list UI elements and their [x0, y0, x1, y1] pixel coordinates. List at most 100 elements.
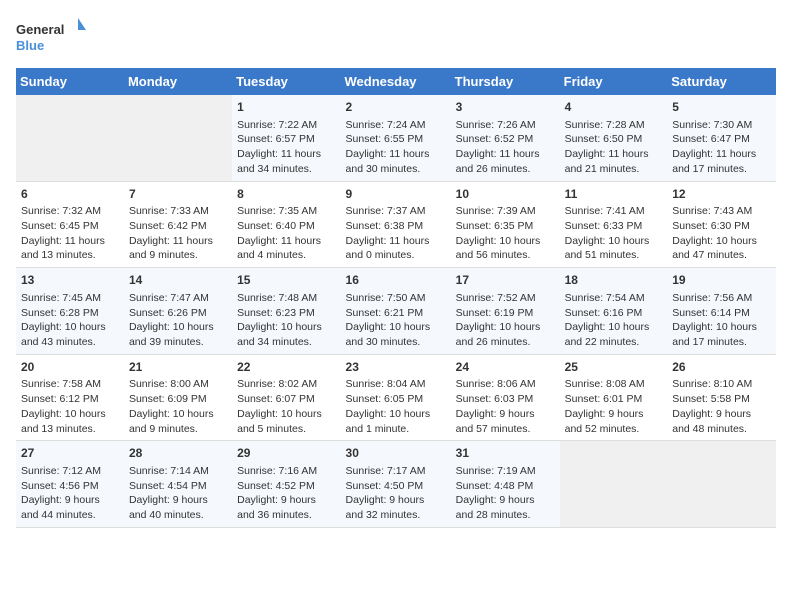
cell-info: Daylight: 9 hours [237, 493, 335, 508]
day-number: 11 [565, 186, 663, 203]
cell-info: Daylight: 11 hours [456, 147, 555, 162]
cell-info: and 34 minutes. [237, 162, 335, 177]
cell-info: Sunset: 6:33 PM [565, 219, 663, 234]
cell-info: Daylight: 10 hours [456, 320, 555, 335]
calendar-cell: 11Sunrise: 7:41 AMSunset: 6:33 PMDayligh… [560, 181, 668, 268]
cell-info: Sunset: 4:52 PM [237, 479, 335, 494]
cell-info: Sunrise: 8:08 AM [565, 377, 663, 392]
cell-info: Sunset: 5:58 PM [672, 392, 771, 407]
day-number: 18 [565, 272, 663, 289]
cell-info: Sunrise: 7:33 AM [129, 204, 227, 219]
cell-info: Sunset: 6:45 PM [21, 219, 119, 234]
cell-info: Sunset: 6:07 PM [237, 392, 335, 407]
calendar-cell: 24Sunrise: 8:06 AMSunset: 6:03 PMDayligh… [451, 354, 560, 441]
calendar-cell: 28Sunrise: 7:14 AMSunset: 4:54 PMDayligh… [124, 441, 232, 528]
cell-info: Sunset: 6:05 PM [346, 392, 446, 407]
logo: General Blue [16, 16, 86, 58]
cell-info: and 52 minutes. [565, 422, 663, 437]
cell-info: Sunrise: 8:00 AM [129, 377, 227, 392]
day-number: 14 [129, 272, 227, 289]
cell-info: and 28 minutes. [456, 508, 555, 523]
calendar-week-3: 13Sunrise: 7:45 AMSunset: 6:28 PMDayligh… [16, 268, 776, 355]
cell-info: Daylight: 11 hours [21, 234, 119, 249]
cell-info: and 36 minutes. [237, 508, 335, 523]
calendar-cell: 18Sunrise: 7:54 AMSunset: 6:16 PMDayligh… [560, 268, 668, 355]
calendar-cell: 13Sunrise: 7:45 AMSunset: 6:28 PMDayligh… [16, 268, 124, 355]
cell-info: Sunset: 6:21 PM [346, 306, 446, 321]
cell-info: and 17 minutes. [672, 335, 771, 350]
calendar-week-2: 6Sunrise: 7:32 AMSunset: 6:45 PMDaylight… [16, 181, 776, 268]
day-number: 22 [237, 359, 335, 376]
cell-info: Daylight: 9 hours [456, 407, 555, 422]
cell-info: Daylight: 9 hours [456, 493, 555, 508]
cell-info: and 13 minutes. [21, 248, 119, 263]
calendar-cell [560, 441, 668, 528]
calendar-cell: 30Sunrise: 7:17 AMSunset: 4:50 PMDayligh… [341, 441, 451, 528]
calendar-cell: 10Sunrise: 7:39 AMSunset: 6:35 PMDayligh… [451, 181, 560, 268]
cell-info: and 0 minutes. [346, 248, 446, 263]
cell-info: and 30 minutes. [346, 162, 446, 177]
calendar-cell: 27Sunrise: 7:12 AMSunset: 4:56 PMDayligh… [16, 441, 124, 528]
day-number: 8 [237, 186, 335, 203]
cell-info: Sunset: 6:35 PM [456, 219, 555, 234]
day-header-wednesday: Wednesday [341, 68, 451, 95]
calendar-cell: 3Sunrise: 7:26 AMSunset: 6:52 PMDaylight… [451, 95, 560, 181]
day-header-tuesday: Tuesday [232, 68, 340, 95]
day-number: 31 [456, 445, 555, 462]
cell-info: and 48 minutes. [672, 422, 771, 437]
cell-info: Daylight: 10 hours [237, 407, 335, 422]
calendar-cell: 14Sunrise: 7:47 AMSunset: 6:26 PMDayligh… [124, 268, 232, 355]
cell-info: Sunrise: 8:04 AM [346, 377, 446, 392]
cell-info: and 9 minutes. [129, 248, 227, 263]
cell-info: Daylight: 10 hours [237, 320, 335, 335]
day-number: 7 [129, 186, 227, 203]
day-number: 3 [456, 99, 555, 116]
cell-info: Sunrise: 7:28 AM [565, 118, 663, 133]
cell-info: Daylight: 10 hours [565, 234, 663, 249]
calendar-week-5: 27Sunrise: 7:12 AMSunset: 4:56 PMDayligh… [16, 441, 776, 528]
cell-info: and 57 minutes. [456, 422, 555, 437]
cell-info: Daylight: 11 hours [346, 234, 446, 249]
calendar-cell [667, 441, 776, 528]
day-number: 21 [129, 359, 227, 376]
cell-info: Sunset: 6:57 PM [237, 132, 335, 147]
cell-info: Sunrise: 7:43 AM [672, 204, 771, 219]
cell-info: and 47 minutes. [672, 248, 771, 263]
cell-info: Sunset: 6:03 PM [456, 392, 555, 407]
day-number: 9 [346, 186, 446, 203]
cell-info: Sunset: 6:38 PM [346, 219, 446, 234]
calendar-table: SundayMondayTuesdayWednesdayThursdayFrid… [16, 68, 776, 528]
cell-info: Sunrise: 7:12 AM [21, 464, 119, 479]
day-number: 24 [456, 359, 555, 376]
cell-info: Daylight: 9 hours [129, 493, 227, 508]
cell-info: Sunrise: 7:26 AM [456, 118, 555, 133]
cell-info: Sunrise: 7:19 AM [456, 464, 555, 479]
cell-info: Daylight: 10 hours [346, 320, 446, 335]
cell-info: Daylight: 9 hours [672, 407, 771, 422]
cell-info: Daylight: 11 hours [565, 147, 663, 162]
calendar-cell: 7Sunrise: 7:33 AMSunset: 6:42 PMDaylight… [124, 181, 232, 268]
cell-info: Daylight: 10 hours [346, 407, 446, 422]
cell-info: Sunset: 4:54 PM [129, 479, 227, 494]
day-number: 5 [672, 99, 771, 116]
cell-info: and 43 minutes. [21, 335, 119, 350]
calendar-cell: 2Sunrise: 7:24 AMSunset: 6:55 PMDaylight… [341, 95, 451, 181]
cell-info: Sunrise: 7:30 AM [672, 118, 771, 133]
calendar-cell: 25Sunrise: 8:08 AMSunset: 6:01 PMDayligh… [560, 354, 668, 441]
day-number: 17 [456, 272, 555, 289]
day-number: 19 [672, 272, 771, 289]
calendar-cell: 19Sunrise: 7:56 AMSunset: 6:14 PMDayligh… [667, 268, 776, 355]
logo-svg: General Blue [16, 16, 86, 58]
calendar-header-row: SundayMondayTuesdayWednesdayThursdayFrid… [16, 68, 776, 95]
cell-info: Daylight: 10 hours [672, 320, 771, 335]
day-number: 23 [346, 359, 446, 376]
cell-info: Sunrise: 7:32 AM [21, 204, 119, 219]
cell-info: Daylight: 10 hours [21, 407, 119, 422]
cell-info: and 26 minutes. [456, 162, 555, 177]
calendar-cell: 15Sunrise: 7:48 AMSunset: 6:23 PMDayligh… [232, 268, 340, 355]
calendar-cell: 31Sunrise: 7:19 AMSunset: 4:48 PMDayligh… [451, 441, 560, 528]
cell-info: and 17 minutes. [672, 162, 771, 177]
calendar-cell: 5Sunrise: 7:30 AMSunset: 6:47 PMDaylight… [667, 95, 776, 181]
cell-info: Daylight: 10 hours [672, 234, 771, 249]
cell-info: and 1 minute. [346, 422, 446, 437]
